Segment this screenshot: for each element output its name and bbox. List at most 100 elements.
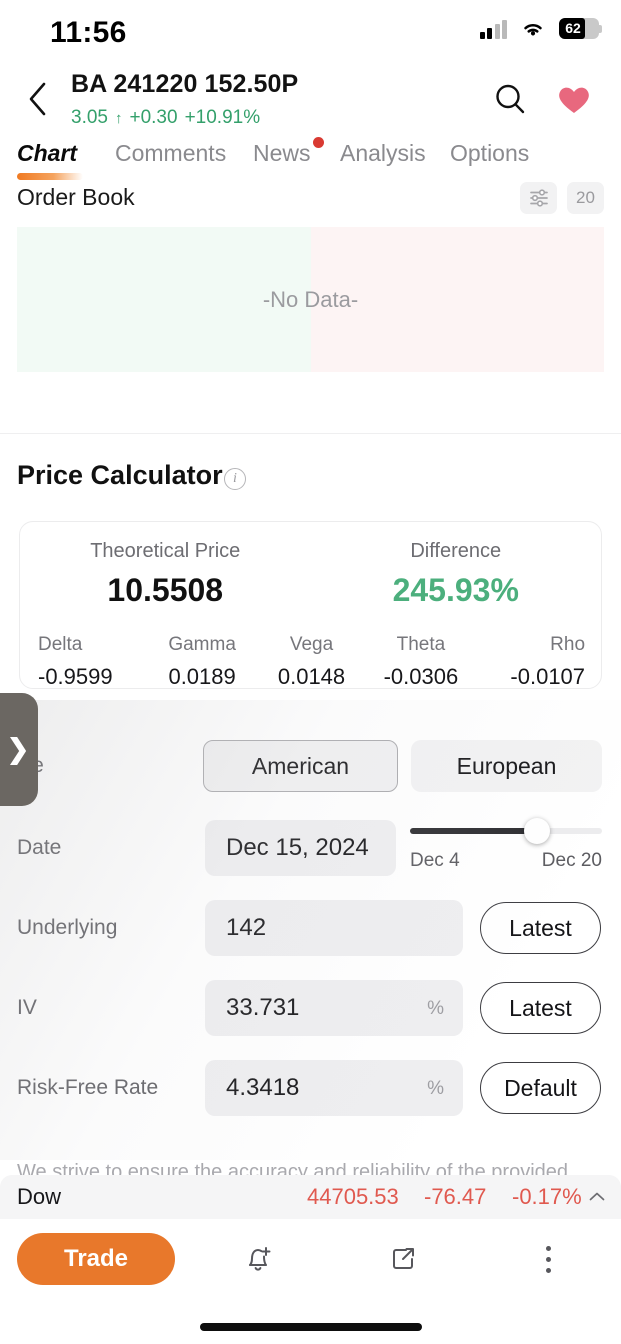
side-drawer-handle[interactable]: ❯ — [0, 693, 38, 806]
more-button[interactable] — [520, 1233, 576, 1285]
price-change-percent: +10.91% — [184, 107, 261, 128]
home-indicator — [199, 1323, 422, 1331]
difference-cell: Difference 245.93% — [311, 540, 602, 609]
cellular-signal-icon — [479, 19, 507, 39]
underlying-value: 142 — [226, 914, 267, 941]
tab-chart[interactable]: Chart — [17, 140, 77, 167]
chevron-left-icon — [29, 82, 46, 116]
chevron-up-icon[interactable] — [587, 1187, 607, 1207]
order-book-header: Order Book 20 — [0, 182, 621, 220]
theoretical-price-cell: Theoretical Price 10.5508 — [20, 540, 311, 609]
search-icon — [496, 84, 525, 114]
iv-row: IV 33.731 % Latest — [0, 980, 621, 1052]
active-tab-indicator — [17, 173, 83, 180]
info-icon[interactable]: i — [224, 468, 246, 490]
iv-label: IV — [17, 996, 37, 1019]
share-button[interactable] — [375, 1233, 431, 1285]
style-option-european[interactable]: European — [411, 740, 602, 792]
style-option-european-label: European — [456, 752, 557, 779]
date-slider-fill — [410, 828, 532, 834]
chevron-right-icon: ❯ — [6, 734, 30, 764]
trade-button[interactable]: Trade — [17, 1233, 175, 1285]
bell-plus-icon — [249, 1247, 271, 1271]
heart-icon — [559, 87, 589, 113]
alert-button[interactable] — [230, 1233, 286, 1285]
greek-rho-label: Rho — [550, 634, 586, 655]
greek-gamma: Gamma 0.0189 — [147, 634, 256, 690]
iv-value: 33.731 — [226, 994, 300, 1021]
status-bar: 11:56 62 — [0, 0, 621, 62]
tab-news-label: News — [253, 140, 311, 166]
date-slider-thumb[interactable] — [524, 818, 550, 844]
ticker-name: Dow — [17, 1184, 62, 1209]
tab-analysis[interactable]: Analysis — [340, 140, 426, 167]
order-book-body: -No Data- — [17, 227, 604, 372]
order-book-title: Order Book — [17, 184, 135, 210]
greek-delta-label: Delta — [38, 634, 83, 655]
style-option-american[interactable]: American — [203, 740, 398, 792]
direction-arrow-icon: ↑ — [114, 109, 123, 127]
iv-latest-button[interactable]: Latest — [480, 982, 601, 1034]
date-label: Date — [17, 836, 62, 859]
iv-latest-label: Latest — [509, 994, 572, 1021]
share-icon — [393, 1248, 414, 1269]
greek-vega: Vega 0.0148 — [257, 634, 366, 690]
price-change: +0.30 — [129, 107, 178, 128]
date-slider-max-label: Dec 20 — [541, 850, 602, 871]
underlying-latest-button[interactable]: Latest — [480, 902, 601, 954]
underlying-row: Underlying 142 Latest — [0, 900, 621, 972]
tab-chart-label: Chart — [17, 140, 78, 166]
price-calculator-title: Price Calculator — [17, 460, 223, 490]
tab-comments[interactable]: Comments — [115, 140, 226, 167]
ticker-change-percent: -0.17% — [512, 1184, 582, 1209]
section-divider — [0, 433, 621, 434]
current-price: 3.05 — [71, 107, 108, 128]
greek-delta-value: -0.9599 — [38, 664, 113, 689]
tab-options-label: Options — [450, 140, 530, 166]
order-book-settings-button[interactable] — [520, 182, 557, 214]
order-book-empty-text: -No Data- — [262, 286, 359, 312]
underlying-label: Underlying — [17, 916, 118, 939]
market-ticker-bar[interactable]: Dow 44705.53 -76.47 -0.17% — [0, 1175, 621, 1219]
price-summary-row: Theoretical Price 10.5508 Difference 245… — [20, 540, 601, 609]
tab-news[interactable]: News — [253, 137, 324, 167]
date-field[interactable]: Dec 15, 2024 — [205, 820, 396, 876]
risk-free-rate-row: Risk-Free Rate 4.3418 % Default — [0, 1060, 621, 1132]
price-calculator-card: Theoretical Price 10.5508 Difference 245… — [19, 521, 602, 689]
iv-field[interactable]: 33.731 % — [205, 980, 463, 1036]
tab-comments-label: Comments — [115, 140, 227, 166]
sliders-icon — [529, 189, 548, 207]
risk-free-rate-value: 4.3418 — [226, 1074, 300, 1101]
underlying-field[interactable]: 142 — [205, 900, 463, 956]
tab-analysis-label: Analysis — [340, 140, 426, 166]
greek-rho: Rho -0.0107 — [476, 634, 585, 690]
wifi-icon — [524, 23, 542, 35]
page-header: BA 241220 152.50P 3.05 ↑ +0.30 +10.91% — [0, 62, 621, 134]
greek-rho-value: -0.0107 — [510, 664, 586, 689]
greek-delta: Delta -0.9599 — [38, 634, 147, 690]
theoretical-price-value: 10.5508 — [107, 572, 224, 608]
greeks-row: Delta -0.9599 Gamma 0.0189 Vega 0.0148 T… — [38, 634, 585, 690]
bottom-action-bar: Trade — [0, 1219, 621, 1344]
order-book-depth-button[interactable]: 20 — [567, 182, 604, 214]
battery-icon: 62 — [559, 18, 602, 39]
search-button[interactable] — [487, 76, 533, 122]
date-value: Dec 15, 2024 — [226, 834, 369, 861]
greek-theta-label: Theta — [396, 634, 446, 655]
price-summary: 3.05 ↑ +0.30 +10.91% — [71, 107, 260, 129]
greek-vega-label: Vega — [289, 634, 334, 655]
favorite-button[interactable] — [551, 76, 597, 122]
back-button[interactable] — [16, 78, 58, 120]
risk-free-rate-unit: % — [427, 1078, 444, 1099]
tab-options[interactable]: Options — [450, 140, 529, 167]
status-time: 11:56 — [50, 16, 127, 49]
risk-free-rate-default-button[interactable]: Default — [480, 1062, 601, 1114]
risk-free-rate-field[interactable]: 4.3418 % — [205, 1060, 463, 1116]
status-indicators: 62 — [479, 18, 602, 39]
ticker-value: 44705.53 — [307, 1184, 399, 1209]
date-slider-min-label: Dec 4 — [410, 850, 460, 871]
calculator-form: yle American European Date Dec 15, 2024 … — [0, 700, 621, 1160]
risk-free-rate-default-label: Default — [504, 1074, 577, 1101]
style-row: yle American European — [0, 740, 621, 800]
phone-screen: 11:56 62 BA 241220 152.50P 3.05 ↑ +0.30 … — [0, 0, 621, 1344]
